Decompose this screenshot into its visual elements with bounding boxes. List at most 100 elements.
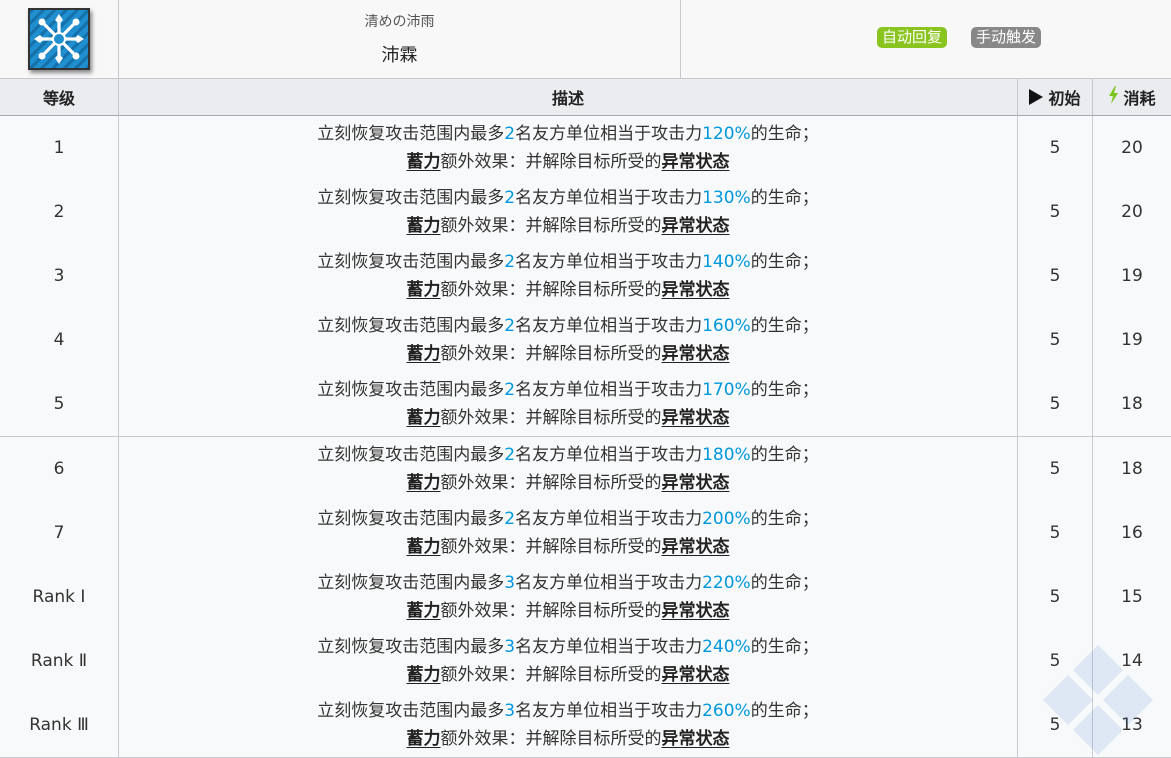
desc-text-a: 立刻恢复攻击范围内最多	[317, 444, 505, 465]
snowflake-cross-icon	[28, 8, 90, 70]
sp-cost-value: 13	[1121, 714, 1143, 735]
description-line-charge: 蓄力额外效果：并解除目标所受的异常状态	[407, 340, 730, 368]
keyword-abnormal-status-link[interactable]: 异常状态	[662, 729, 730, 749]
table-row: 3 立刻恢复攻击范围内最多2名友方单位相当于攻击力140%的生命； 蓄力额外效果…	[0, 244, 1171, 310]
manual-trigger-badge: 手动触发	[971, 27, 1042, 48]
desc-text-a: 立刻恢复攻击范围内最多	[317, 316, 505, 337]
level-cell: 1	[0, 116, 119, 180]
description-line-effect: 立刻恢复攻击范围内最多3名友方单位相当于攻击力220%的生命；	[317, 569, 818, 597]
desc-text-d: 额外效果：并解除目标所受的	[440, 536, 662, 557]
keyword-charge-link[interactable]: 蓄力	[407, 729, 441, 749]
initial-sp-value: 5	[1049, 714, 1061, 735]
initial-sp-cell: 5	[1018, 564, 1093, 629]
attack-percent: 180%	[702, 444, 751, 465]
initial-sp-value: 5	[1049, 330, 1061, 351]
desc-text-c: 的生命；	[750, 572, 819, 593]
desc-text-b: 名友方单位相当于攻击力	[515, 380, 703, 401]
attack-percent: 260%	[702, 700, 751, 721]
keyword-charge-link[interactable]: 蓄力	[407, 473, 441, 493]
desc-text-d: 额外效果：并解除目标所受的	[440, 280, 662, 301]
desc-text-a: 立刻恢复攻击范围内最多	[317, 508, 505, 529]
desc-text-a: 立刻恢复攻击范围内最多	[317, 252, 505, 273]
attack-percent: 140%	[702, 252, 751, 273]
skill-subtitle: 清めの沛雨	[364, 14, 435, 30]
description-line-effect: 立刻恢复攻击范围内最多3名友方单位相当于攻击力240%的生命；	[317, 633, 818, 661]
column-header-initial-label: 初始	[1048, 89, 1081, 108]
sp-cost-value: 15	[1121, 586, 1143, 607]
table-row: 7 立刻恢复攻击范围内最多2名友方单位相当于攻击力200%的生命； 蓄力额外效果…	[0, 500, 1171, 566]
keyword-abnormal-status-link[interactable]: 异常状态	[662, 408, 730, 428]
desc-text-c: 的生命；	[750, 444, 819, 465]
initial-sp-value: 5	[1049, 586, 1061, 607]
level-value: 2	[53, 202, 65, 223]
description-cell: 立刻恢复攻击范围内最多2名友方单位相当于攻击力170%的生命； 蓄力额外效果：并…	[119, 372, 1018, 437]
description-line-effect: 立刻恢复攻击范围内最多2名友方单位相当于攻击力130%的生命；	[317, 184, 818, 212]
keyword-charge-link[interactable]: 蓄力	[407, 537, 441, 557]
target-count: 2	[504, 188, 516, 209]
skill-icon-cell	[0, 0, 119, 79]
sp-cost-value: 18	[1121, 394, 1143, 415]
desc-text-a: 立刻恢复攻击范围内最多	[317, 572, 505, 593]
level-cell: 7	[0, 500, 119, 565]
description-cell: 立刻恢复攻击范围内最多2名友方单位相当于攻击力180%的生命； 蓄力额外效果：并…	[119, 436, 1018, 501]
sp-cost-cell: 13	[1093, 693, 1171, 757]
level-value: 3	[53, 266, 65, 287]
keyword-abnormal-status-link[interactable]: 异常状态	[662, 537, 730, 557]
initial-sp-value: 5	[1049, 138, 1061, 158]
level-cell: 5	[0, 372, 119, 437]
description-line-charge: 蓄力额外效果：并解除目标所受的异常状态	[407, 533, 730, 561]
target-count: 2	[504, 380, 516, 401]
keyword-abnormal-status-link[interactable]: 异常状态	[662, 152, 730, 172]
description-cell: 立刻恢复攻击范围内最多3名友方单位相当于攻击力260%的生命； 蓄力额外效果：并…	[119, 692, 1018, 757]
keyword-abnormal-status-link[interactable]: 异常状态	[662, 216, 730, 236]
level-value: 4	[53, 330, 65, 351]
level-cell: Rank Ⅲ	[0, 692, 119, 757]
keyword-abnormal-status-link[interactable]: 异常状态	[662, 280, 730, 300]
keyword-charge-link[interactable]: 蓄力	[407, 216, 441, 236]
keyword-charge-link[interactable]: 蓄力	[407, 408, 441, 428]
keyword-charge-link[interactable]: 蓄力	[407, 601, 441, 621]
description-line-effect: 立刻恢复攻击范围内最多2名友方单位相当于攻击力140%的生命；	[317, 248, 818, 276]
target-count: 2	[504, 508, 516, 529]
description-cell: 立刻恢复攻击范围内最多2名友方单位相当于攻击力130%的生命； 蓄力额外效果：并…	[119, 180, 1018, 245]
sp-cost-value: 18	[1121, 458, 1143, 479]
desc-text-c: 的生命；	[750, 508, 819, 529]
keyword-abnormal-status-link[interactable]: 异常状态	[662, 473, 730, 493]
column-header-cost-label: 消耗	[1123, 89, 1156, 108]
sp-cost-value: 19	[1121, 330, 1143, 351]
skill-title: 沛霖	[381, 45, 418, 66]
play-icon	[1029, 89, 1044, 105]
target-count: 3	[504, 700, 516, 721]
keyword-charge-link[interactable]: 蓄力	[407, 152, 441, 172]
desc-text-b: 名友方单位相当于攻击力	[515, 124, 703, 144]
keyword-abnormal-status-link[interactable]: 异常状态	[662, 344, 730, 364]
desc-text-a: 立刻恢复攻击范围内最多	[317, 188, 505, 209]
initial-sp-value: 5	[1049, 266, 1061, 287]
keyword-charge-link[interactable]: 蓄力	[407, 280, 441, 300]
description-line-charge: 蓄力额外效果：并解除目标所受的异常状态	[407, 661, 730, 689]
table-row: 4 立刻恢复攻击范围内最多2名友方单位相当于攻击力160%的生命； 蓄力额外效果…	[0, 308, 1171, 375]
level-value: Rank Ⅰ	[32, 586, 86, 607]
description-cell: 立刻恢复攻击范围内最多2名友方单位相当于攻击力140%的生命； 蓄力额外效果：并…	[119, 244, 1018, 309]
desc-text-d: 额外效果：并解除目标所受的	[440, 216, 662, 237]
desc-text-b: 名友方单位相当于攻击力	[515, 316, 703, 337]
desc-text-c: 的生命；	[750, 124, 819, 144]
keyword-charge-link[interactable]: 蓄力	[407, 344, 441, 364]
column-header-level: 等级	[0, 79, 119, 116]
desc-text-d: 额外效果：并解除目标所受的	[440, 600, 662, 621]
desc-text-b: 名友方单位相当于攻击力	[515, 252, 703, 273]
auto-recovery-badge: 自动回复	[877, 27, 948, 48]
desc-text-d: 额外效果：并解除目标所受的	[440, 728, 662, 749]
description-line-charge: 蓄力额外效果：并解除目标所受的异常状态	[407, 212, 730, 240]
desc-text-b: 名友方单位相当于攻击力	[515, 188, 703, 209]
keyword-charge-link[interactable]: 蓄力	[407, 665, 441, 685]
initial-sp-cell: 5	[1018, 308, 1093, 373]
keyword-abnormal-status-link[interactable]: 异常状态	[662, 665, 730, 685]
sp-cost-cell: 20	[1093, 116, 1171, 180]
initial-sp-cell: 5	[1018, 116, 1093, 180]
attack-percent: 130%	[702, 188, 751, 209]
sp-cost-cell: 14	[1093, 629, 1171, 693]
sp-cost-value: 20	[1121, 202, 1143, 223]
keyword-abnormal-status-link[interactable]: 异常状态	[662, 601, 730, 621]
initial-sp-cell: 5	[1018, 500, 1093, 565]
